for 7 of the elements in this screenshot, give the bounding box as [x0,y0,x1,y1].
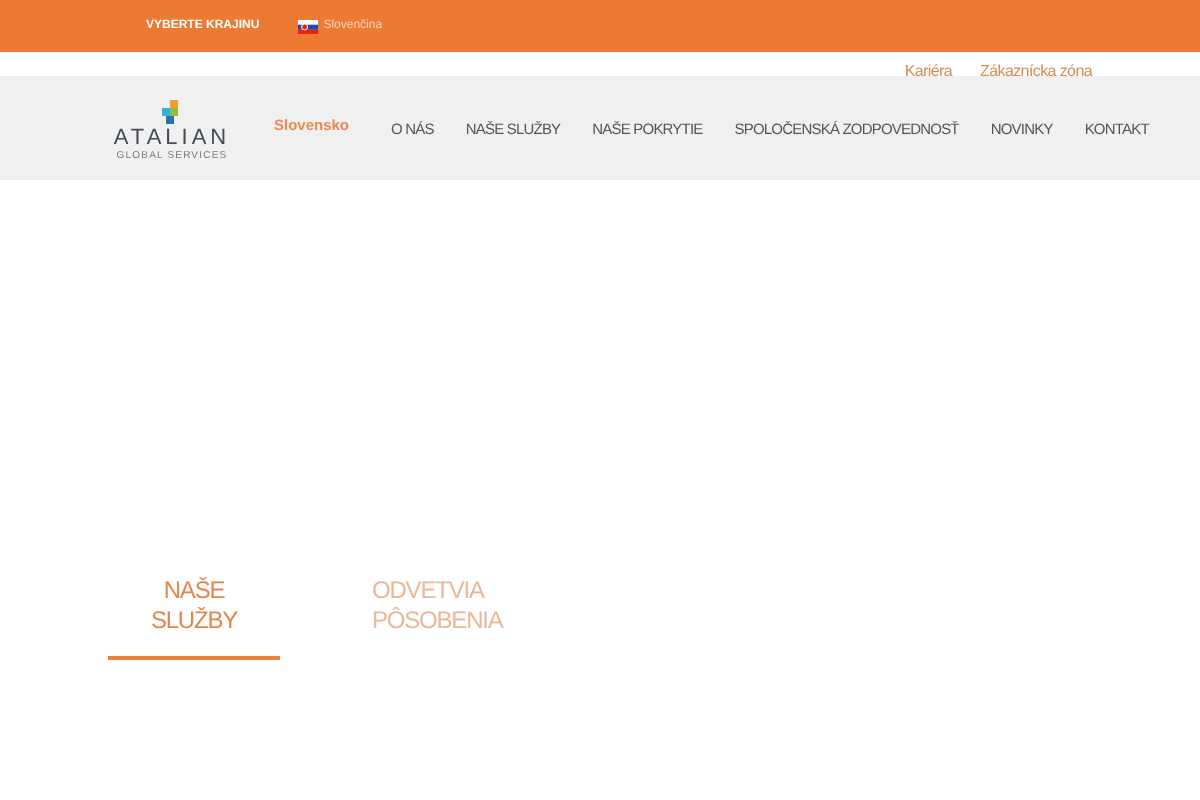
logo-mark-icon [160,99,184,123]
section-tab[interactable]: ODVETVIA PÔSOBENIA [332,570,504,660]
utility-link[interactable]: Zákaznícka zóna [980,62,1092,80]
utility-link[interactable]: Kariéra [904,62,953,80]
flag-icon [297,19,318,33]
section-tab[interactable]: NAŠE SLUŽBY [108,570,280,660]
logo-wordmark: ATALIAN [113,125,231,149]
